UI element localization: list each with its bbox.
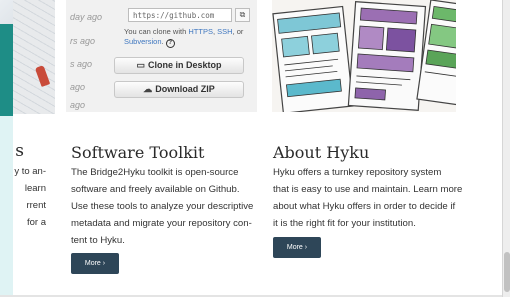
wireframe-illustration [272, 0, 456, 112]
description-line: The Bridge2Hyku toolkit is open-source [71, 167, 239, 178]
description-line: about what Hyku offers in order to decid… [273, 201, 456, 212]
commit-age-label: day ago [70, 12, 103, 22]
clone-desktop-label: Clone in Desktop [148, 60, 222, 70]
about-hyku-more-button[interactable]: More › [273, 237, 321, 258]
description-line: software and freely available on Github. [71, 184, 240, 195]
wireframe-sketch-image [272, 0, 456, 112]
ssh-link: SSH [217, 27, 233, 36]
monitor-icon: ▭ [136, 60, 145, 70]
clipboard-icon: ⧉ [235, 8, 250, 22]
vertical-scrollbar[interactable] [502, 0, 510, 297]
description-line: tent to Hyku. [71, 235, 125, 246]
left-card-title: s [15, 141, 24, 161]
commit-age-label: s ago [70, 59, 93, 69]
scrollbar-thumb[interactable] [504, 252, 510, 292]
software-toolkit-title: Software Toolkit [71, 143, 205, 162]
download-zip-button: ☁ Download ZIP [114, 81, 244, 98]
description-line: that is easy to use and maintain. Learn … [273, 184, 463, 195]
map-illustration [13, 0, 55, 114]
commit-age-label: ago [70, 100, 86, 110]
clone-url-field: https://github.com [128, 8, 232, 22]
https-link: HTTPS [188, 27, 213, 36]
description-line: it is the right fit for your institution… [273, 218, 416, 229]
clone-period: . [161, 37, 164, 46]
clone-desktop-button: ▭ Clone in Desktop [114, 57, 244, 74]
subversion-link: Subversion [124, 37, 162, 46]
clone-instructions: You can clone with HTTPS, SSH, or Subver… [124, 27, 244, 48]
left-desc-line: rrent [26, 200, 46, 211]
left-desc-line: y to an- [14, 166, 46, 177]
about-hyku-description: Hyku offers a turnkey repository system … [273, 164, 462, 232]
about-hyku-title: About Hyku [273, 143, 370, 162]
software-toolkit-description: The Bridge2Hyku toolkit is open-source s… [71, 164, 253, 249]
clone-or: or [236, 27, 244, 36]
description-line: metadata and migrate your repository con… [71, 218, 252, 229]
description-line: Use these tools to analyze your descript… [71, 201, 254, 212]
github-clone-screenshot: day ago rs ago s ago ago ago https://git… [66, 0, 257, 112]
teal-panel-header [0, 24, 13, 116]
left-desc-line: for a [26, 217, 46, 228]
commit-age-label: ago [70, 82, 86, 92]
left-desc-line: learn [24, 183, 46, 194]
clone-text: You can clone with [124, 27, 187, 36]
left-partial-card: s y to an- learn rrent for a [0, 0, 55, 297]
cloud-download-icon: ☁ [143, 84, 153, 94]
description-line: Hyku offers a turnkey repository system [273, 167, 442, 178]
download-zip-label: Download ZIP [155, 84, 215, 94]
left-card-description: y to an- learn rrent for a [0, 163, 46, 231]
commit-age-label: rs ago [70, 36, 96, 46]
help-icon: ? [165, 39, 175, 48]
software-toolkit-more-button[interactable]: More › [71, 253, 119, 274]
